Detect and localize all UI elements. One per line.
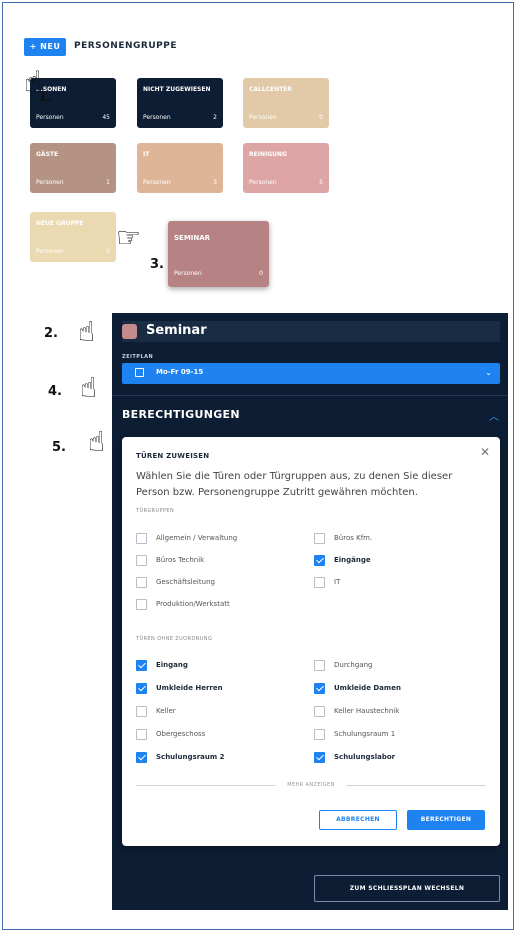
group-name: Seminar [146,323,207,338]
group-tile-count: 2 [213,114,217,121]
checkbox-icon[interactable] [314,660,325,671]
group-tile-label: Personen [36,114,64,121]
doors-without-group-label: TÜREN OHNE ZUORDNUNG [136,636,213,642]
checkbox-icon[interactable] [136,706,147,717]
group-tile-count: 45 [102,114,110,121]
door-groups-label: TÜRGRUPPEN [136,508,175,514]
checkbox-icon[interactable] [314,729,325,740]
group-tile-count: 0 [259,270,263,277]
group-color-swatch[interactable] [122,324,137,339]
group-tile[interactable]: REINIGUNG Personen 5 [243,143,329,193]
group-tile-name: CALLCENTER [249,86,293,93]
group-tile-label: Personen [174,270,202,277]
group-tile-label: Personen [249,114,277,121]
divider [346,785,486,786]
checkbox-icon[interactable] [136,533,147,544]
calendar-icon [135,368,144,377]
checkbox-label: IT [334,578,341,586]
switch-lockplan-button[interactable]: ZUM SCHLIESSPLAN WECHSELN [314,875,500,902]
group-tile-name: REINIGUNG [249,151,287,158]
checkbox-label: Eingang [156,661,188,669]
checkbox-checked-icon[interactable] [314,683,325,694]
chevron-down-icon: ⌄ [485,368,492,377]
checkbox-label: Durchgang [334,661,373,669]
permissions-section-header[interactable]: BERECHTIGUNGEN ︿ [112,395,508,426]
group-tile-label: Personen [143,179,171,186]
checkbox-icon[interactable] [136,577,147,588]
step-marker: 3. [150,257,164,272]
group-tile-name: IT [143,151,150,158]
step-marker: 2. [44,326,58,341]
checkbox-label: Eingänge [334,556,371,564]
schedule-label: ZEITPLAN [122,354,154,360]
group-tile-label: Personen [36,248,64,255]
checkbox-icon[interactable] [314,533,325,544]
checkbox-label: Büros Technik [156,556,205,564]
checkbox-icon[interactable] [136,599,147,610]
group-tile-label: Personen [249,179,277,186]
dialog-title: TÜREN ZUWEISEN [136,452,210,460]
checkbox-label: Schulungsraum 2 [156,753,225,761]
group-tile-name: SEMINAR [174,234,211,242]
permissions-title: BERECHTIGUNGEN [122,408,240,421]
group-tile[interactable]: NEUE GRUPPE Personen 0 [30,212,116,262]
pointing-hand-icon: ☝ [88,425,106,458]
schedule-select[interactable]: Mo-Fr 09-15 ⌄ [122,363,500,384]
checkbox-checked-icon[interactable] [314,752,325,763]
checkbox-label: Allgemein / Verwaltung [156,534,238,542]
chevron-up-icon: ︿ [489,412,499,423]
checkbox-checked-icon[interactable] [136,660,147,671]
group-tile-name: GÄSTE [36,151,59,158]
close-icon[interactable]: ✕ [480,445,490,459]
checkbox-label: Büros Kfm. [334,534,373,542]
pointing-hand-icon: ☝ [80,371,98,404]
checkbox-checked-icon[interactable] [314,555,325,566]
checkbox-label: Schulungslabor [334,753,396,761]
group-tile-seminar[interactable]: SEMINAR Personen 0 [168,221,269,287]
group-tile[interactable]: NICHT ZUGEWIESEN Personen 2 [137,78,223,128]
grant-access-button[interactable]: BERECHTIGEN [407,810,485,830]
assign-doors-dialog: TÜREN ZUWEISEN ✕ Wählen Sie die Türen od… [122,437,500,846]
checkbox-label: Produktion/Werkstatt [156,600,230,608]
checkbox-icon[interactable] [314,577,325,588]
group-tile[interactable]: IT Personen 3 [137,143,223,193]
pointing-hand-icon: ☞ [116,221,142,254]
group-tile-count: 1 [106,179,110,186]
checkbox-icon[interactable] [314,706,325,717]
page-title: PERSONENGRUPPE [74,41,177,51]
group-tile-name: NICHT ZUGEWIESEN [143,86,211,93]
checkbox-label: Schulungsraum 1 [334,730,396,738]
checkbox-checked-icon[interactable] [136,683,147,694]
cancel-button[interactable]: ABBRECHEN [319,810,397,830]
checkbox-checked-icon[interactable] [136,752,147,763]
checkbox-label: Geschäftsleitung [156,578,215,586]
dialog-description: Wählen Sie die Türen oder Türgruppen aus… [136,471,453,498]
group-tile-count: 3 [213,179,217,186]
checkbox-label: Obergeschoss [156,730,206,738]
group-tile-count: 0 [106,248,110,255]
schedule-value: Mo-Fr 09-15 [156,368,204,376]
group-tile[interactable]: GÄSTE Personen 1 [30,143,116,193]
step-marker: 5. [52,440,66,455]
checkbox-label: Keller Haustechnik [334,707,400,715]
group-tile-count: 5 [319,179,323,186]
step-marker: 4. [48,384,62,399]
group-tile-name: NEUE GRUPPE [36,220,84,227]
group-tile-label: Personen [36,179,64,186]
group-name-field[interactable]: Seminar [122,321,500,342]
step-marker: 1. [38,90,52,105]
checkbox-label: Umkleide Herren [156,684,223,692]
checkbox-label: Keller [156,707,176,715]
new-group-button[interactable]: + NEU [24,38,66,56]
checkbox-icon[interactable] [136,555,147,566]
group-tile[interactable]: CALLCENTER Personen 0 [243,78,329,128]
checkbox-icon[interactable] [136,729,147,740]
group-tile-label: Personen [143,114,171,121]
group-tile-count: 0 [319,114,323,121]
pointing-hand-icon: ☝ [78,315,96,348]
checkbox-label: Umkleide Damen [334,684,401,692]
